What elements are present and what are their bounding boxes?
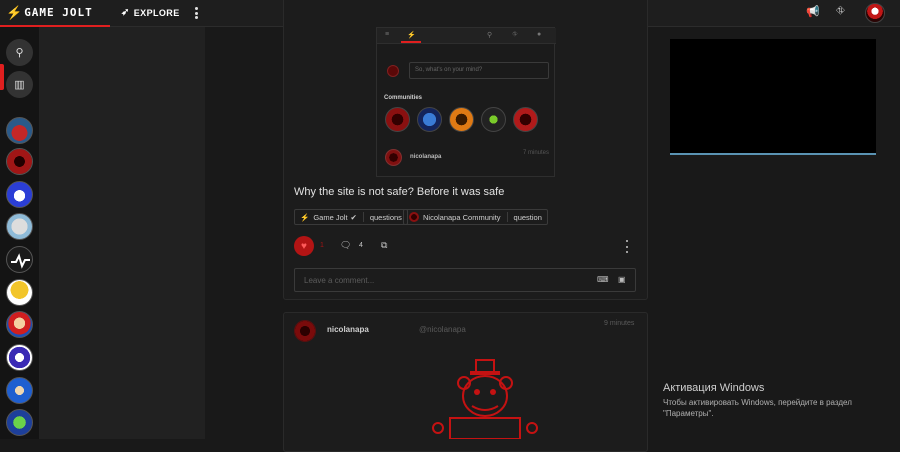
embed-tab-indicator (401, 41, 421, 43)
author-username: nicolanapa (327, 325, 369, 334)
community-green[interactable] (6, 409, 33, 436)
community-purple[interactable] (6, 344, 33, 371)
tag-community: Game Jolt (313, 212, 348, 222)
community-mario[interactable] (6, 311, 33, 338)
heart-icon: ♥ (301, 240, 307, 252)
embed-community (481, 107, 506, 132)
comment-input[interactable]: Leave a comment... (294, 268, 636, 292)
gamejolt-logo[interactable]: ⚡ GAME JOLT (0, 0, 110, 27)
logo-text: GAME JOLT (24, 6, 93, 19)
embed-menu-icon: ≡ (385, 31, 390, 38)
user-avatar[interactable] (865, 3, 885, 23)
tag-nicolanapa[interactable]: Nicolanapa Community question (403, 209, 548, 225)
author-avatar[interactable] (294, 320, 316, 342)
community-zz[interactable] (6, 213, 33, 240)
post-image[interactable] (420, 358, 550, 439)
embed-community (417, 107, 442, 132)
left-panel (40, 27, 205, 439)
embed-communities-label: Communities (384, 95, 423, 101)
community-yellow[interactable] (6, 279, 33, 306)
tag-channel: question (513, 212, 542, 222)
tag-gamejolt[interactable]: ⚡ Game Jolt ✔ questions (294, 209, 408, 225)
embed-bolt-icon: ⚡ (407, 32, 416, 39)
embed-timestamp: 7 minutes (523, 150, 550, 156)
post-screenshot[interactable]: ≡ ⚡ ⚲ ⛗ ● So, what's on your mind? Commu… (376, 27, 556, 177)
post-more-button[interactable] (624, 240, 630, 253)
keyboard-icon[interactable]: ⌨ (597, 275, 609, 284)
bolt-icon: ⚡ (300, 212, 310, 222)
comment-count[interactable]: 4 (359, 242, 363, 249)
bolt-icon: ⚡ (6, 4, 23, 20)
author-handle[interactable]: @nicolanapa (419, 325, 466, 334)
active-indicator (0, 64, 4, 90)
more-menu-button[interactable] (190, 4, 202, 22)
home-icon[interactable]: ⚲ (6, 39, 33, 66)
community-rail: ⚲ ▥ (0, 27, 40, 439)
megaphone-icon[interactable]: 📢 (806, 5, 820, 18)
embed-username: nicolanapa (410, 154, 442, 160)
author-name[interactable]: nicolanapa (327, 325, 369, 334)
embed-community (385, 107, 410, 132)
community-among-us[interactable] (6, 117, 33, 144)
community-heartbeat[interactable] (6, 246, 33, 273)
explore-label: EXPLORE (133, 7, 180, 18)
post-timestamp: 9 minutes (604, 320, 635, 327)
explore-link[interactable]: ➶ EXPLORE (121, 7, 180, 18)
post-title: Why the site is not safe? Before it was … (294, 186, 505, 198)
community-blue[interactable] (6, 181, 33, 208)
like-button[interactable]: ♥ (294, 236, 314, 256)
community-sonic[interactable] (6, 377, 33, 404)
embed-community (513, 107, 538, 132)
embed-search-icon: ⚲ (487, 32, 493, 39)
explore-icon: ➶ (121, 7, 130, 18)
tag-channel: questions (369, 212, 402, 222)
gif-icon[interactable]: ▣ (618, 275, 626, 284)
share-icon[interactable]: ⧉ (381, 240, 387, 251)
library-icon[interactable]: ▥ (6, 71, 33, 98)
embed-user-avatar (385, 149, 402, 166)
embed-friends-icon: ⛗ (512, 31, 518, 38)
video-player[interactable] (670, 39, 876, 155)
windows-activation-title: Активация Windows (663, 382, 765, 394)
tag-community: Nicolanapa Community (423, 212, 501, 222)
like-count[interactable]: 1 (320, 242, 324, 249)
embed-post-input: So, what's on your mind? (409, 62, 549, 79)
friends-icon[interactable]: ⛗ (836, 5, 845, 18)
embed-avatar-icon: ● (537, 31, 542, 38)
embed-avatar (387, 65, 399, 77)
community-avatar (409, 212, 419, 222)
comment-icon[interactable]: 🗨 (340, 240, 351, 251)
embed-community (449, 107, 474, 132)
windows-activation-text: Чтобы активировать Windows, перейдите в … (663, 398, 852, 418)
community-fnaf-red[interactable] (6, 148, 33, 175)
verified-icon: ✔ (350, 212, 357, 222)
